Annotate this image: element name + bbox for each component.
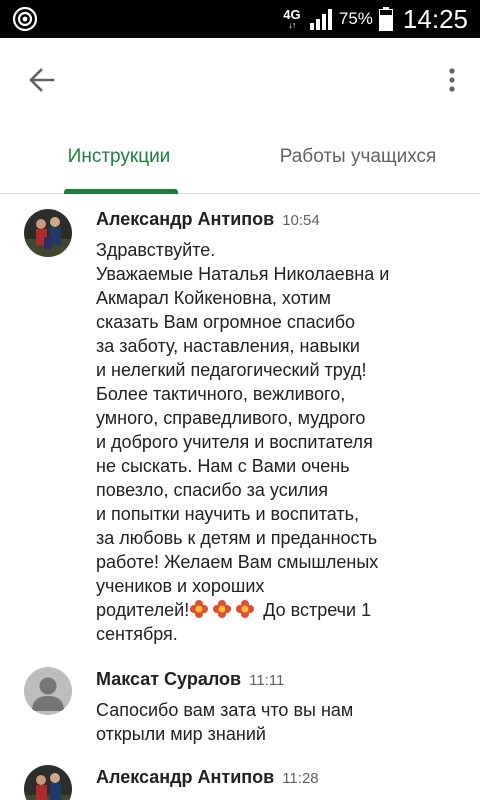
text-line: Более тактичного, вежливого,	[96, 384, 346, 404]
sync-icon	[12, 6, 38, 32]
back-button[interactable]	[22, 60, 62, 100]
text-line: Сапосибо вам зата что вы нам	[96, 700, 354, 720]
battery-icon	[378, 7, 393, 31]
text-line: и доброго учителя и воспитателя	[96, 432, 373, 452]
comment: Максат Суралов 11:11 Сапосибо вам зата ч…	[0, 655, 480, 765]
comment-text: Здравствуйте. Уважаемые Наталья Николаев…	[96, 238, 460, 646]
text-line: не сыскать. Нам с Вами очень	[96, 456, 350, 476]
text-line: работе! Желаем Вам смышленых	[96, 552, 379, 572]
text-line: умного, справедливого, мудрого	[96, 408, 366, 428]
default-avatar-icon	[24, 667, 72, 715]
text-line: открыли мир знаний	[96, 724, 266, 744]
clock: 14:25	[402, 3, 468, 34]
more-vert-icon	[449, 68, 455, 92]
text-fragment: родителей!	[96, 600, 190, 620]
author-name: Максат Суралов	[96, 669, 242, 689]
comment: Александр Антипов 10:54 Здравствуйте. Ув…	[0, 195, 480, 655]
more-options-button[interactable]	[444, 60, 460, 100]
network-indicator: 4G ↓↑	[281, 6, 303, 30]
text-line: за заботу, наставления, навыки	[96, 336, 360, 356]
comment-header: Александр Антипов 10:54	[96, 209, 460, 230]
signal-icon	[309, 9, 332, 30]
tab-instructions[interactable]: Инструкции	[48, 120, 190, 194]
text-line: учеников и хороших	[96, 576, 265, 596]
text-line: за любовь к детям и преданность	[96, 528, 378, 548]
text-line: родителей! До встречи 1	[96, 598, 460, 622]
flower-emoji-icon	[213, 600, 232, 618]
flower-emoji-icon	[236, 600, 255, 618]
comment-time: 11:28	[282, 770, 319, 787]
user-photo-icon	[24, 765, 72, 800]
comment-time: 11:11	[249, 672, 285, 689]
text-line: и нелегкий педагогический труд!	[96, 360, 367, 380]
text-line: повезло, спасибо за усилия	[96, 480, 329, 500]
text-line: Здравствуйте.	[96, 240, 216, 260]
active-tab-indicator	[64, 189, 178, 194]
comment-header: Александр Антипов 11:28	[96, 767, 460, 788]
comments-list: Александр Антипов 10:54 Здравствуйте. Ув…	[0, 195, 480, 800]
flower-emoji-icon	[190, 600, 209, 618]
network-type: 4G	[283, 6, 301, 22]
text-line: и попытки научить и воспитать,	[96, 504, 359, 524]
comment-header: Максат Суралов 11:11	[96, 669, 460, 690]
status-indicators: 4G ↓↑ 75% 14:25	[281, 0, 468, 38]
avatar[interactable]	[24, 765, 72, 800]
author-name: Александр Антипов	[96, 209, 275, 229]
user-photo-icon	[24, 209, 72, 257]
tab-bar: Инструкции Работы учащихся	[0, 120, 480, 194]
tab-student-work[interactable]: Работы учащихся	[258, 120, 458, 194]
comment-time: 10:54	[282, 212, 320, 229]
app-bar	[0, 38, 480, 120]
avatar[interactable]	[24, 667, 72, 715]
text-line: Уважаемые Наталья Николаевна и	[96, 264, 390, 284]
arrow-back-icon	[29, 68, 55, 92]
comment-text: Сапосибо вам зата что вы нам открыли мир…	[96, 698, 460, 746]
battery-percent: 75%	[338, 9, 373, 28]
author-name: Александр Антипов	[96, 767, 275, 787]
status-bar: 4G ↓↑ 75% 14:25	[0, 0, 480, 38]
avatar[interactable]	[24, 209, 72, 257]
text-line: сентября.	[96, 624, 178, 644]
data-arrows-icon: ↓↑	[288, 19, 296, 30]
text-line: сказать Вам огромное спасибо	[96, 312, 356, 332]
text-line: Акмарал Койкеновна, хотим	[96, 288, 331, 308]
text-fragment: До встречи 1	[258, 600, 372, 620]
comment: Александр Антипов 11:28	[0, 765, 480, 800]
